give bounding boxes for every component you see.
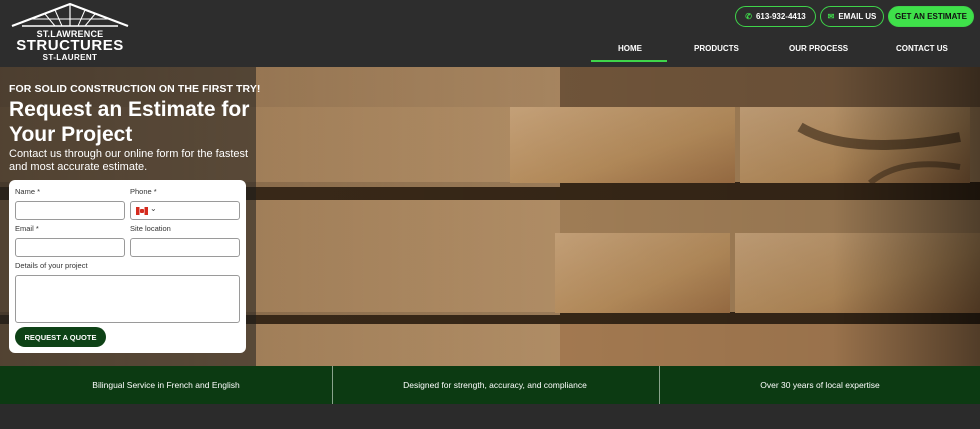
nav-home[interactable]: HOME bbox=[618, 44, 642, 53]
phone-field[interactable]: ⌄ bbox=[130, 201, 240, 220]
hero-section: FOR SOLID CONSTRUCTION ON THE FIRST TRY!… bbox=[0, 67, 980, 366]
name-label: Name * bbox=[15, 187, 41, 196]
email-label: EMAIL US bbox=[838, 12, 877, 21]
estimate-form: Name * Phone * ⌄ Email * Site location D… bbox=[9, 180, 246, 353]
canada-flag-icon[interactable] bbox=[136, 207, 148, 215]
email-field[interactable] bbox=[15, 238, 125, 257]
chevron-down-icon[interactable]: ⌄ bbox=[150, 204, 157, 213]
feature-bilingual: Bilingual Service in French and English bbox=[92, 380, 240, 390]
nav-active-indicator bbox=[591, 60, 667, 62]
hero-subtitle: Contact us through our online form for t… bbox=[9, 148, 249, 173]
phone-button[interactable]: ✆ 613-932-4413 bbox=[735, 6, 816, 27]
nav-contact-us[interactable]: CONTACT US bbox=[896, 44, 948, 53]
logo-line-3: ST-LAURENT bbox=[42, 53, 98, 62]
logo-line-2: STRUCTURES bbox=[16, 37, 124, 54]
get-estimate-button[interactable]: GET AN ESTIMATE bbox=[888, 6, 974, 27]
envelope-icon: ✉ bbox=[827, 12, 835, 21]
email-button[interactable]: ✉ EMAIL US bbox=[820, 6, 884, 27]
page-footer bbox=[0, 404, 980, 429]
site-header: ST.LAWRENCE STRUCTURES ST-LAURENT ✆ 613-… bbox=[0, 0, 980, 67]
feature-expertise: Over 30 years of local expertise bbox=[760, 380, 880, 390]
features-strip: Bilingual Service in French and English … bbox=[0, 366, 980, 404]
phone-number: 613-932-4413 bbox=[755, 12, 806, 21]
nav-our-process[interactable]: OUR PROCESS bbox=[789, 44, 848, 53]
site-location-field[interactable] bbox=[130, 238, 240, 257]
name-field[interactable] bbox=[15, 201, 125, 220]
details-textarea[interactable] bbox=[15, 275, 240, 323]
details-label: Details of your project bbox=[15, 261, 88, 270]
site-location-label: Site location bbox=[130, 224, 171, 233]
email-label: Email * bbox=[15, 224, 39, 233]
feature-strength: Designed for strength, accuracy, and com… bbox=[403, 380, 587, 390]
request-quote-button[interactable]: REQUEST A QUOTE bbox=[15, 327, 106, 347]
site-logo[interactable]: ST.LAWRENCE STRUCTURES ST-LAURENT bbox=[10, 2, 130, 62]
phone-icon: ✆ bbox=[745, 12, 752, 21]
roof-truss-icon bbox=[11, 2, 129, 28]
nav-products[interactable]: PRODUCTS bbox=[694, 44, 739, 53]
hero-title: Request an Estimate for Your Project bbox=[9, 98, 250, 146]
divider bbox=[332, 366, 333, 404]
hero-tagline: FOR SOLID CONSTRUCTION ON THE FIRST TRY! bbox=[9, 83, 261, 95]
phone-label: Phone * bbox=[130, 187, 157, 196]
